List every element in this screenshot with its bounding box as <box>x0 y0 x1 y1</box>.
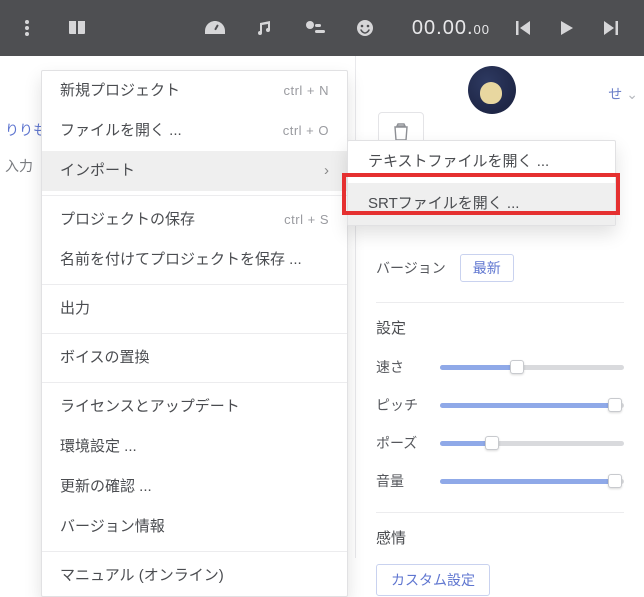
menu-separator <box>42 284 347 285</box>
menu-item[interactable]: ファイルを開く ... ctrl + O <box>42 111 347 151</box>
menu-separator <box>42 195 347 196</box>
top-toolbar: 00.00.00 <box>0 0 644 56</box>
menu-item-label: バージョン情報 <box>60 515 165 539</box>
voice-avatar[interactable] <box>468 66 516 114</box>
slider[interactable] <box>440 396 624 414</box>
slider-row: ポーズ <box>376 424 624 462</box>
menu-item[interactable]: バージョン情報 <box>42 507 347 547</box>
menu-item-label: インポート <box>60 159 135 183</box>
submenu-item-label: テキストファイルを開く ... <box>368 150 549 174</box>
import-submenu: テキストファイルを開く ... SRTファイルを開く ... <box>347 140 616 226</box>
music-icon[interactable] <box>254 17 276 39</box>
menu-item[interactable]: 出力 <box>42 289 347 329</box>
menu-item-label: 名前を付けてプロジェクトを保存 ... <box>60 248 302 272</box>
menu-item[interactable]: ボイスの置換 <box>42 338 347 378</box>
slider-row: 音量 <box>376 462 624 500</box>
submenu-item[interactable]: SRTファイルを開く ... <box>348 183 615 225</box>
menu-item[interactable]: ライセンスとアップデート <box>42 387 347 427</box>
menu-item-label: 更新の確認 ... <box>60 475 152 499</box>
divider <box>376 302 624 303</box>
slider-label: 速さ <box>376 357 440 377</box>
play-icon[interactable] <box>556 17 578 39</box>
slider[interactable] <box>440 358 624 376</box>
submenu-item-label: SRTファイルを開く ... <box>368 192 519 216</box>
menu-item-label: マニュアル (オンライン) <box>60 564 224 588</box>
menu-item-label: 出力 <box>60 297 90 321</box>
chevron-right-icon: › <box>324 159 329 183</box>
smiley-icon[interactable] <box>354 17 376 39</box>
timecode-main: 00.00. <box>412 17 474 39</box>
menu-shortcut: ctrl + S <box>284 210 329 231</box>
menu-item[interactable]: 環境設定 ... <box>42 427 347 467</box>
version-row: バージョン 最新 <box>376 246 624 290</box>
slider-label: 音量 <box>376 471 440 491</box>
custom-settings-button[interactable]: カスタム設定 <box>376 564 490 596</box>
menu-item[interactable]: マニュアル (オンライン) <box>42 556 347 596</box>
emotion-heading: 感情 <box>376 527 624 548</box>
voice-split-icon[interactable] <box>304 17 326 39</box>
slider-label: ポーズ <box>376 433 440 453</box>
skip-forward-icon[interactable] <box>600 17 622 39</box>
menu-separator <box>42 382 347 383</box>
file-menu: 新規プロジェクト ctrl + N ファイルを開く ... ctrl + O インポート… <box>41 70 348 597</box>
preset-label: せ <box>608 84 622 104</box>
book-icon[interactable] <box>66 17 88 39</box>
menu-item-label: ライセンスとアップデート <box>60 395 240 419</box>
menu-separator <box>42 333 347 334</box>
chevron-down-icon: ⌄ <box>626 86 638 103</box>
skip-back-icon[interactable] <box>512 17 534 39</box>
menu-item[interactable]: 名前を付けてプロジェクトを保存 ... <box>42 240 347 280</box>
menu-item-label: 環境設定 ... <box>60 435 137 459</box>
more-icon[interactable] <box>16 17 38 39</box>
divider <box>376 512 624 513</box>
transport-controls <box>490 17 644 39</box>
slider-row: 速さ <box>376 348 624 386</box>
preset-dropdown[interactable]: せ ⌄ <box>608 84 638 104</box>
menu-item-label: プロジェクトの保存 <box>60 208 195 232</box>
left-clip-text-2: 入力 <box>5 156 33 176</box>
version-select[interactable]: 最新 <box>460 254 514 282</box>
trash-icon <box>393 123 409 141</box>
slider[interactable] <box>440 434 624 452</box>
settings-heading: 設定 <box>376 317 624 338</box>
menu-item-label: ボイスの置換 <box>60 346 150 370</box>
slider-label: ピッチ <box>376 395 440 415</box>
menu-item-label: 新規プロジェクト <box>60 79 180 103</box>
gauge-icon[interactable] <box>204 17 226 39</box>
menu-shortcut: ctrl + O <box>283 121 329 142</box>
menu-item[interactable]: 新規プロジェクト ctrl + N <box>42 71 347 111</box>
timecode-frac: 00 <box>474 22 490 37</box>
menu-shortcut: ctrl + N <box>283 81 329 102</box>
menu-item[interactable]: 更新の確認 ... <box>42 467 347 507</box>
version-label: バージョン <box>376 258 446 278</box>
submenu-item[interactable]: テキストファイルを開く ... <box>348 141 615 183</box>
toolbar-left-group <box>0 17 376 39</box>
timecode-display: 00.00.00 <box>412 17 490 40</box>
menu-item[interactable]: インポート › <box>42 151 347 191</box>
slider-row: ピッチ <box>376 386 624 424</box>
menu-separator <box>42 551 347 552</box>
menu-item[interactable]: プロジェクトの保存 ctrl + S <box>42 200 347 240</box>
menu-item-label: ファイルを開く ... <box>60 119 182 143</box>
slider[interactable] <box>440 472 624 490</box>
